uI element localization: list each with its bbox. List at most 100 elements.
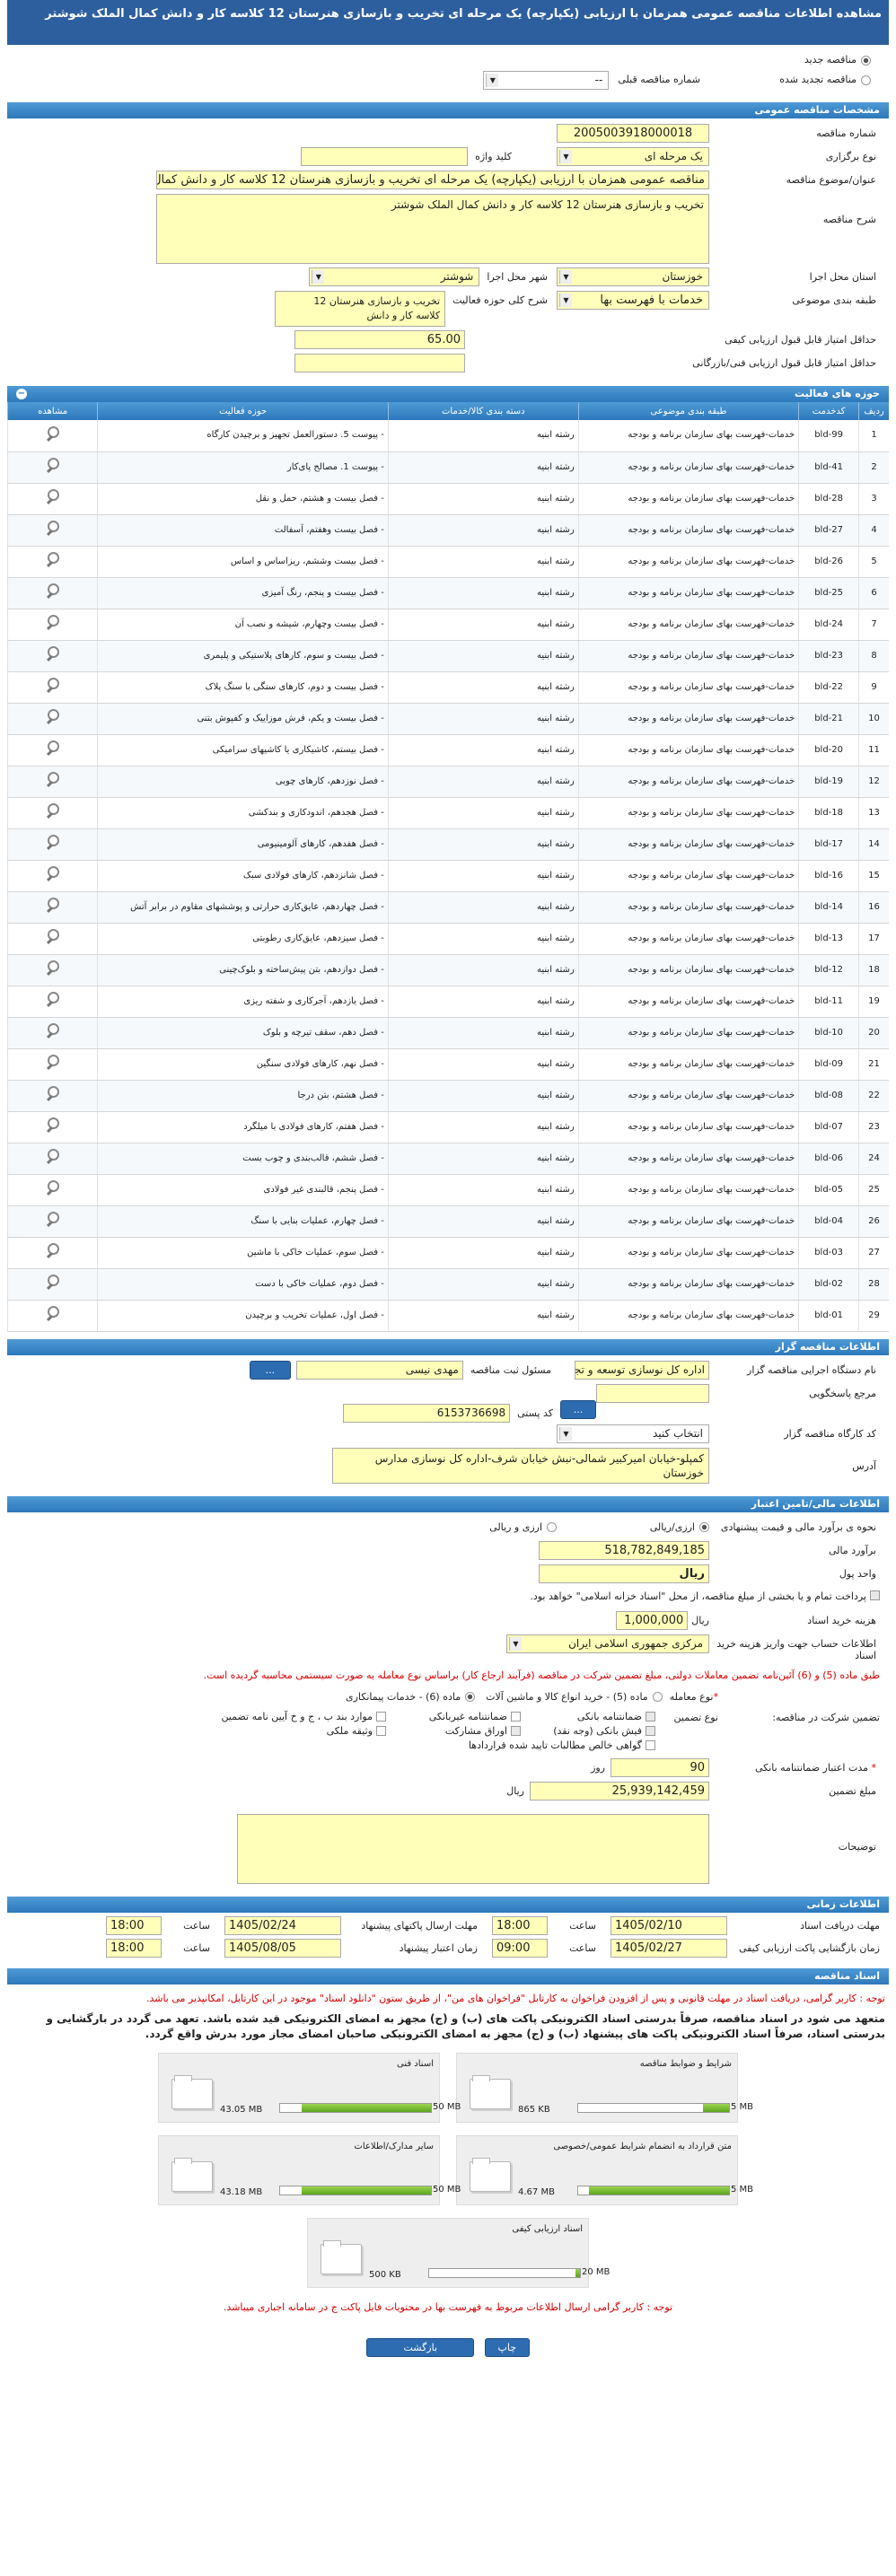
view-cell xyxy=(6,703,98,735)
recv-time-field[interactable]: 18:00 xyxy=(492,1915,548,1935)
radio-new-tender[interactable]: مناقصه جدید xyxy=(25,50,871,70)
collapse-icon[interactable]: − xyxy=(16,389,27,399)
radio-dot[interactable] xyxy=(652,1692,663,1702)
holding-type-select[interactable]: یک مرحله ای ▼ xyxy=(557,147,709,166)
magnifier-view-icon[interactable] xyxy=(45,520,61,536)
magnifier-view-icon[interactable] xyxy=(45,614,61,630)
magnifier-view-icon[interactable] xyxy=(45,1022,61,1038)
radio-dot[interactable] xyxy=(861,55,871,66)
table-cell: خدمات-فهرست بهای سازمان برنامه و بودجه xyxy=(577,451,799,484)
document-tile[interactable]: اسناد فنی 50 MB 43.05 MB xyxy=(158,2052,461,2123)
table-cell: - فصل پنجم، قالبندی غیر فولادی xyxy=(97,1174,389,1206)
validity-date-field[interactable]: 1405/08/05 xyxy=(224,1938,341,1958)
magnifier-view-icon[interactable] xyxy=(45,645,61,662)
g-bonds-check[interactable]: اوراق مشارکت xyxy=(386,1725,521,1737)
g-nonbank-check[interactable]: ضمانتنامه غیربانکی xyxy=(386,1711,521,1722)
estimate-amount-field[interactable]: 518,782,849,185 xyxy=(539,1540,709,1560)
reference-field[interactable] xyxy=(596,1383,709,1403)
document-tile[interactable]: اسناد ارزیابی کیفی 20 MB 500 KB xyxy=(307,2217,610,2288)
magnifier-view-icon[interactable] xyxy=(45,802,61,819)
magnifier-view-icon[interactable] xyxy=(45,1274,61,1290)
magnifier-view-icon[interactable] xyxy=(45,708,61,724)
magnifier-view-icon[interactable] xyxy=(45,959,61,976)
radio-dot[interactable] xyxy=(861,74,871,85)
radio-rial[interactable]: ارزی/ریالی xyxy=(557,1518,709,1533)
magnifier-view-icon[interactable] xyxy=(45,928,61,944)
magnifier-view-icon[interactable] xyxy=(45,740,61,756)
magnifier-view-icon[interactable] xyxy=(45,1054,61,1070)
magnifier-view-icon[interactable] xyxy=(45,771,61,787)
open-date-field[interactable]: 1405/02/27 xyxy=(611,1938,727,1958)
address-field[interactable]: کمپلو-خیابان امیرکبیر شمالی-نبش خیابان ش… xyxy=(332,1447,709,1484)
subject-field[interactable]: مناقصه عمومی همزمان با ارزیابی (یکپارچه)… xyxy=(156,171,709,189)
g-bylaw-check[interactable]: موارد بند ب ، ج و خ آیین نامه تضمین xyxy=(171,1711,386,1722)
table-row: 20 bld-10 خدمات-فهرست بهای سازمان برنامه و… xyxy=(6,1017,889,1049)
registrar-more-button[interactable]: ... xyxy=(249,1360,291,1380)
magnifier-view-icon[interactable] xyxy=(45,1242,61,1258)
magnifier-view-icon[interactable] xyxy=(45,425,61,442)
description-textarea[interactable]: تخریب و بازسازی هنرستان 12 کلاسه کار و د… xyxy=(156,194,709,264)
g-bank-check[interactable]: ضمانتنامه بانکی xyxy=(521,1711,655,1722)
prev-number-select[interactable]: -- ▼ xyxy=(483,70,610,90)
radio-fx-rial[interactable]: ارزی و ریالی xyxy=(489,1518,557,1533)
magnifier-view-icon[interactable] xyxy=(45,991,61,1007)
treasury-checkbox[interactable] xyxy=(870,1590,880,1600)
category-select[interactable]: خدمات با فهرست بها ▼ xyxy=(557,291,709,310)
document-tile[interactable]: متن قرارداد به انضمام شرایط عمومی/خصوصی 5… xyxy=(456,2134,753,2205)
radio-article-6[interactable]: ماده (6) - خدمات پیمانکاری xyxy=(346,1689,476,1705)
magnifier-view-icon[interactable] xyxy=(45,1117,61,1133)
notes-textarea[interactable] xyxy=(237,1813,709,1884)
magnifier-view-icon[interactable] xyxy=(45,457,61,473)
workshop-select[interactable]: انتخاب کنید ▼ xyxy=(557,1424,709,1443)
tender-number-field[interactable]: 2005003918000018 xyxy=(557,124,709,143)
magnifier-view-icon[interactable] xyxy=(45,551,61,567)
currency-field[interactable]: ریال xyxy=(539,1564,709,1583)
magnifier-view-icon[interactable] xyxy=(45,897,61,913)
table-cell: 3 xyxy=(858,483,889,515)
back-button[interactable]: بازگشت xyxy=(366,2337,475,2357)
radio-article-5[interactable]: ماده (5) - خرید انواع کالا و ماشین آلات xyxy=(486,1689,663,1705)
table-cell: رشته ابنیه xyxy=(387,1268,579,1301)
guarantee-validity-field[interactable]: 90 xyxy=(611,1757,709,1777)
open-time-field[interactable]: 09:00 xyxy=(492,1938,548,1958)
magnifier-view-icon[interactable] xyxy=(45,834,61,850)
download-note: توجه : کاربر گرامی، دریافت اسناد در مهلت… xyxy=(145,1992,885,2004)
keyword-input[interactable] xyxy=(301,147,469,166)
city-select[interactable]: شوشتر ▼ xyxy=(309,267,480,286)
guarantee-amount-field[interactable]: 25,939,142,459 xyxy=(530,1781,709,1801)
magnifier-view-icon[interactable] xyxy=(45,1148,61,1164)
magnifier-view-icon[interactable] xyxy=(45,583,61,599)
radio-dot[interactable] xyxy=(547,1522,557,1532)
recv-date-field[interactable]: 1405/02/10 xyxy=(611,1915,727,1935)
send-time-field[interactable]: 18:00 xyxy=(106,1915,162,1935)
reference-select-button[interactable]: ... xyxy=(560,1399,596,1419)
g-claims-check[interactable]: گواهی خالص مطالبات تایید شده قراردادها xyxy=(386,1739,655,1751)
radio-renewed-tender[interactable]: مناقصه تجدید شده xyxy=(700,70,871,90)
validity-time-field[interactable]: 18:00 xyxy=(106,1938,162,1958)
magnifier-view-icon[interactable] xyxy=(45,1085,61,1101)
g-cash-check[interactable]: فیش بانکی (وجه نقد) xyxy=(521,1725,655,1737)
quality-score-field[interactable]: 65.00 xyxy=(294,330,465,349)
magnifier-view-icon[interactable] xyxy=(45,1305,61,1321)
send-date-field[interactable]: 1405/02/24 xyxy=(224,1915,341,1935)
document-tile[interactable]: سایر مدارک/اطلاعات 50 MB 43.18 MB xyxy=(158,2134,461,2205)
radio-dot[interactable] xyxy=(699,1522,709,1532)
magnifier-view-icon[interactable] xyxy=(45,488,61,504)
registrar-field[interactable]: مهدی نیسی xyxy=(295,1360,463,1380)
tech-score-field[interactable] xyxy=(294,354,465,372)
print-button[interactable]: چاپ xyxy=(484,2337,530,2357)
magnifier-view-icon[interactable] xyxy=(45,677,61,693)
province-select[interactable]: خوزستان ▼ xyxy=(557,267,709,286)
doc-fee-field[interactable]: 1,000,000 xyxy=(616,1610,689,1630)
radio-dot[interactable] xyxy=(465,1692,476,1702)
bank-account-select[interactable]: مرکزی جمهوری اسلامی ایران ▼ xyxy=(506,1634,709,1653)
magnifier-view-icon[interactable] xyxy=(45,1179,61,1196)
g-property-check[interactable]: وثیقه ملکی xyxy=(171,1725,386,1737)
progress-fill xyxy=(575,2268,580,2277)
postal-code-field[interactable]: 6153736698 xyxy=(343,1403,511,1423)
activity-scope-list[interactable]: تخریب و بازسازی هنرستان 12 کلاسه کار و د… xyxy=(275,291,446,327)
executive-device-field[interactable]: اداره کل نوسازی توسعه و تجهیز مدارس استا… xyxy=(575,1360,709,1380)
document-tile[interactable]: شرایط و ضوابط مناقصه 5 MB 865 KB xyxy=(456,2052,753,2123)
magnifier-view-icon[interactable] xyxy=(45,1211,61,1227)
magnifier-view-icon[interactable] xyxy=(45,865,61,881)
